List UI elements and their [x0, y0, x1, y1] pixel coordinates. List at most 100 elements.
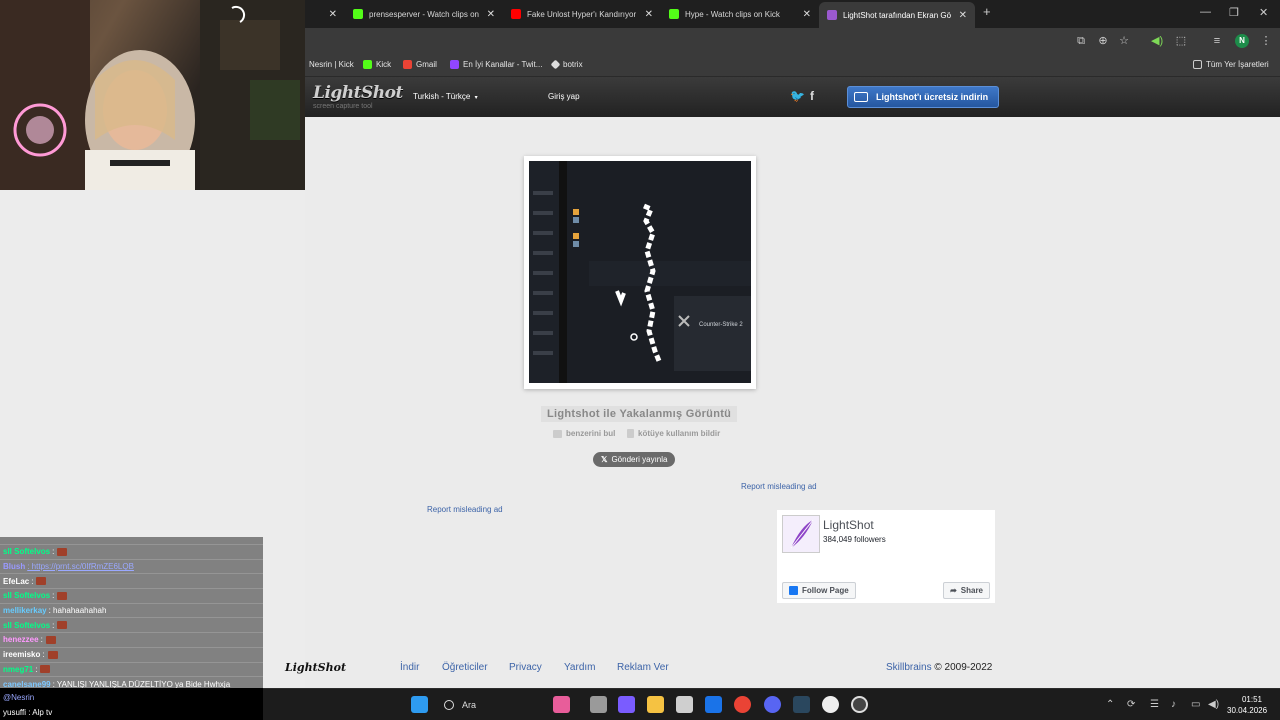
close-tab-icon[interactable]: ✕	[487, 9, 495, 20]
discord-icon[interactable]	[764, 696, 781, 713]
new-tab-button[interactable]: +	[983, 4, 991, 19]
chat-line	[0, 537, 263, 545]
screenshot-content: Counter-Strike 2	[529, 161, 751, 383]
extensions-icon[interactable]: ⬚	[1175, 35, 1187, 47]
footer-logo[interactable]: LightShot	[285, 661, 346, 674]
chrome-icon[interactable]	[734, 696, 751, 713]
tulip-widget-icon[interactable]	[553, 696, 570, 713]
share-arrow-icon: ➦	[950, 586, 957, 595]
volume-icon[interactable]: ◀)	[1208, 699, 1219, 710]
display-icon[interactable]: ▭	[1191, 699, 1200, 710]
chat-line: sll Softelvos:	[0, 618, 263, 634]
windows-start-icon[interactable]	[411, 696, 428, 713]
report-abuse-link[interactable]: kötüye kullanım bildir	[627, 429, 720, 438]
screenshot-image[interactable]: Counter-Strike 2	[529, 161, 751, 383]
chat-username: Blush	[3, 562, 26, 572]
bookmark-gmail[interactable]: Gmail	[403, 60, 437, 69]
kick-icon	[669, 9, 679, 19]
twitch-icon	[450, 60, 459, 69]
share-button[interactable]: ➦ Share	[943, 582, 990, 599]
all-bookmarks[interactable]: Tüm Yer İşaretleri	[1193, 60, 1269, 69]
menu-icon[interactable]: ⋮	[1260, 35, 1272, 47]
footer-link-advertise[interactable]: Reklam Ver	[617, 662, 669, 673]
login-link[interactable]: Giriş yap	[548, 92, 580, 101]
lightshot-page-logo[interactable]	[782, 515, 820, 553]
tab-lightshot[interactable]: LightShot tarafından Ekran Gör ✕	[819, 2, 975, 28]
report-misleading-ad-link[interactable]: Report misleading ad	[427, 505, 503, 514]
star-bookmark-icon[interactable]: ☆	[1118, 35, 1130, 47]
tab-prensesperver[interactable]: prensesperver - Watch clips on ✕	[345, 3, 503, 25]
facebook-page-name[interactable]: LightShot	[823, 518, 874, 532]
lightshot-logo[interactable]: LightShot	[313, 83, 403, 103]
restore-icon[interactable]: ❐	[1229, 6, 1239, 19]
youtube-icon	[511, 9, 521, 19]
twitter-icon[interactable]: 🐦	[790, 89, 805, 103]
tab-title: Hype - Watch clips on Kick	[685, 9, 780, 19]
footer-link-help[interactable]: Yardım	[564, 662, 596, 673]
tab-hype[interactable]: Hype - Watch clips on Kick ✕	[661, 3, 819, 25]
chat-message: :	[31, 576, 34, 586]
audio-playing-icon[interactable]: ◀)	[1151, 35, 1163, 47]
task-view-icon[interactable]	[590, 696, 607, 713]
mail-icon[interactable]	[705, 696, 722, 713]
report-misleading-ad-link[interactable]: Report misleading ad	[741, 482, 817, 491]
facebook-page-widget: LightShot 384,049 followers Follow Page …	[777, 510, 995, 603]
post-on-x-button[interactable]: 𝕏 Gönderi yayınla	[593, 452, 676, 467]
chat-line: Blush: https://prnt.sc/0IfRmZE6LQB	[0, 559, 263, 575]
app-icon[interactable]	[822, 696, 839, 713]
close-window-icon[interactable]: ✕	[1259, 6, 1268, 19]
chat-line: ireemisko:	[0, 647, 263, 663]
bookmark-botrix[interactable]: botrix	[550, 59, 583, 70]
screen-share-icon[interactable]: ⧉	[1075, 35, 1087, 47]
stream-chat-overlay: sll Softelvos: Blush: https://prnt.sc/0I…	[0, 537, 263, 692]
emote-icon	[57, 591, 68, 600]
lightshot-header: LightShot screen capture tool Turkish - …	[305, 77, 1280, 117]
chat-message: :	[40, 635, 43, 645]
emote-icon	[36, 577, 47, 586]
main-content: Counter-Strike 2 Lightshot ile Yakalanmı…	[285, 117, 1280, 688]
footer-link-privacy[interactable]: Privacy	[509, 662, 542, 673]
emote-icon	[47, 650, 58, 659]
footer-link-download[interactable]: İndir	[400, 662, 419, 673]
chat-line: nmeg71:	[0, 662, 263, 678]
bookmark-nesrin-kick[interactable]: Nesrin | Kick	[309, 60, 354, 69]
footer-link-tutorials[interactable]: Öğreticiler	[442, 662, 488, 673]
facebook-icon[interactable]: f	[810, 89, 814, 103]
profile-avatar[interactable]: N	[1235, 34, 1249, 48]
store-icon[interactable]	[676, 696, 693, 713]
chat-message: :	[52, 591, 55, 601]
bookmark-twitch[interactable]: En İyi Kanallar - Twit...	[450, 60, 542, 69]
close-tab-icon[interactable]: ✕	[329, 9, 337, 20]
follow-page-button[interactable]: Follow Page	[782, 582, 856, 599]
find-similar-link[interactable]: benzerini bul	[553, 429, 615, 438]
zoom-icon[interactable]: ⊕	[1097, 35, 1109, 47]
file-explorer-icon[interactable]	[647, 696, 664, 713]
skillbrains-link[interactable]: Skillbrains	[886, 662, 932, 673]
minimize-icon[interactable]: —	[1200, 6, 1211, 18]
browser-toolbar: ⧉ ⊕ ☆ ◀) ⬚ ≡ N ⋮	[305, 28, 1280, 55]
language-selector[interactable]: Turkish - Türkçe ▾	[413, 92, 478, 101]
close-tab-icon[interactable]: ✕	[959, 10, 967, 21]
tab-0[interactable]: ✕	[305, 3, 345, 25]
close-tab-icon[interactable]: ✕	[645, 9, 653, 20]
tab-fake-unlost[interactable]: Fake Unlost Hyper'ı Kandırıyor ✕	[503, 3, 661, 25]
image-icon	[553, 429, 562, 438]
steam-icon[interactable]	[793, 696, 810, 713]
obs-icon[interactable]	[851, 696, 868, 713]
reading-list-icon[interactable]: ≡	[1211, 35, 1223, 47]
close-tab-icon[interactable]: ✕	[803, 9, 811, 20]
app-tray-icon[interactable]: ⟳	[1127, 699, 1135, 710]
bookmark-kick[interactable]: Kick	[363, 60, 391, 69]
microphone-icon[interactable]: ♪	[1171, 699, 1176, 710]
download-label: Lightshot'ı ücretsiz indirin	[876, 92, 989, 102]
footer-company: Skillbrains © 2009-2022	[886, 662, 992, 673]
copilot-icon[interactable]	[618, 696, 635, 713]
bookmark-label: Kick	[376, 60, 392, 69]
network-icon[interactable]: ☰	[1150, 699, 1159, 710]
download-button[interactable]: Lightshot'ı ücretsiz indirin	[847, 86, 999, 108]
feather-icon	[790, 519, 814, 549]
taskbar-clock[interactable]: 01:51 30.04.2026	[1227, 694, 1267, 716]
clock-time: 01:51	[1241, 695, 1262, 704]
follow-label: Follow Page	[802, 586, 849, 595]
chevron-up-icon[interactable]: ⌃	[1106, 699, 1114, 710]
